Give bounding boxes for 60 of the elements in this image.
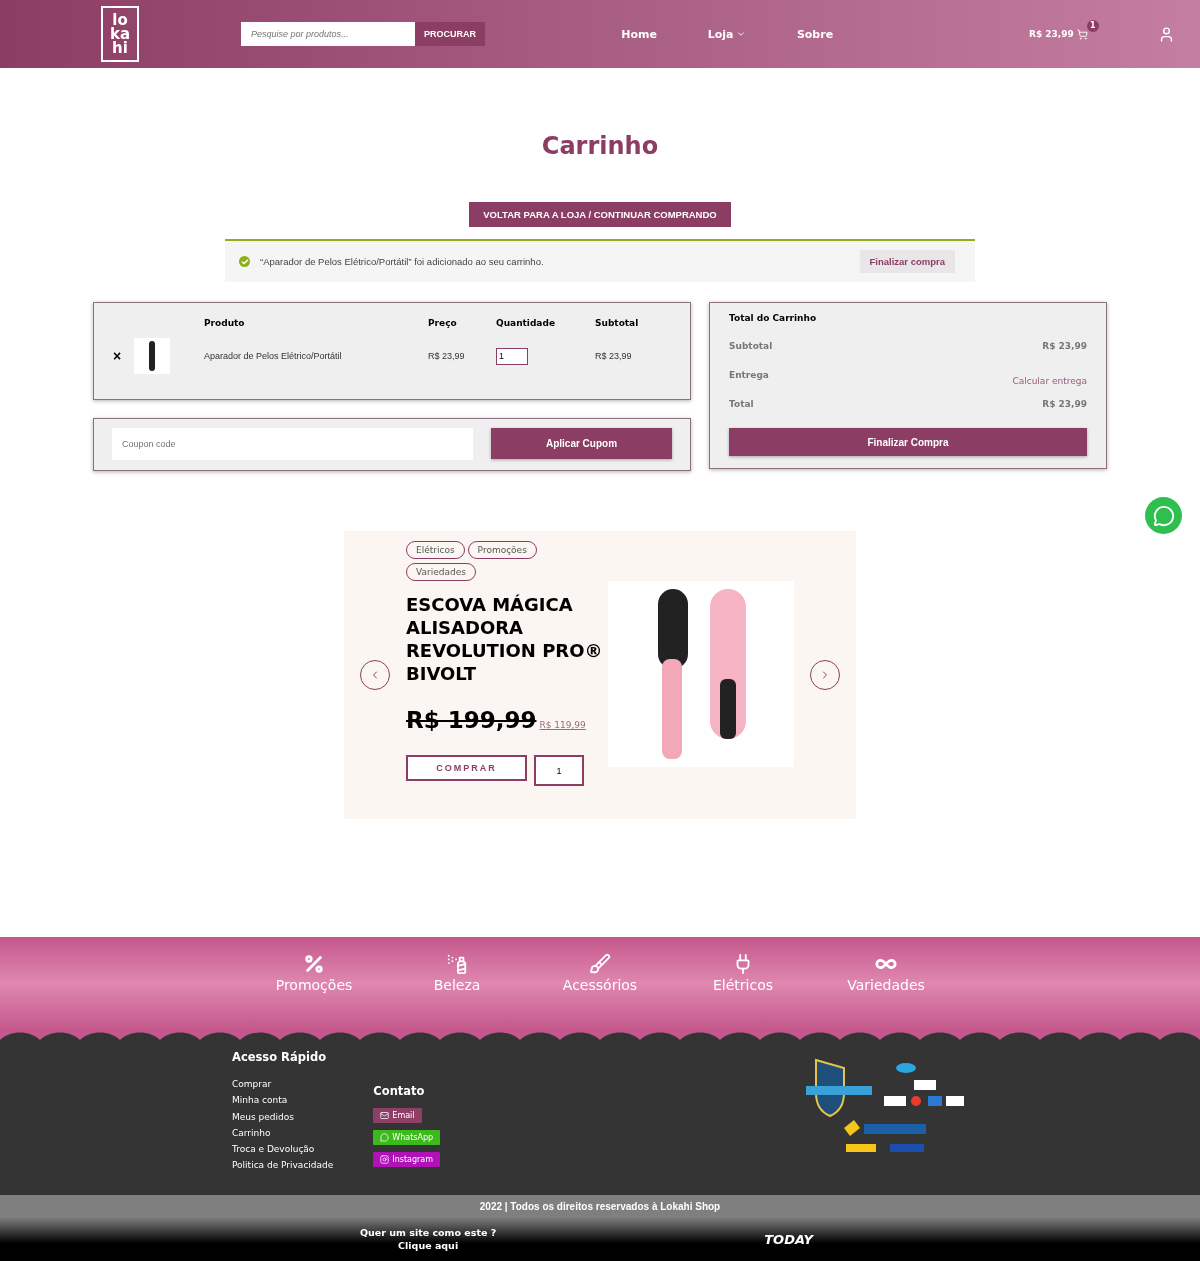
contact-button[interactable]: Instagram bbox=[373, 1152, 441, 1167]
mail-icon bbox=[380, 1111, 390, 1120]
chat-icon bbox=[380, 1133, 390, 1142]
percent-icon bbox=[303, 953, 325, 975]
quantity-field[interactable]: 1 bbox=[496, 347, 528, 365]
buy-button[interactable]: COMPRAR bbox=[406, 755, 527, 781]
nav-link[interactable]: Loja bbox=[683, 27, 771, 41]
nav-link[interactable]: Sobre bbox=[771, 27, 859, 41]
totals-value: R$ 23,99 bbox=[1042, 399, 1087, 409]
product-title: ESCOVA MÁGICA ALISADORA REVOLUTION PRO® BIVOLT bbox=[406, 593, 604, 685]
totals-value: R$ 23,99 bbox=[1042, 341, 1087, 351]
footer-link[interactable]: Troca e Devolução bbox=[232, 1141, 334, 1158]
copyright-text: 2022 | Todos os direitos reservados à Lokahi Shop bbox=[0, 1195, 1200, 1217]
check-icon bbox=[239, 256, 250, 267]
old-price: R$ 199,99 bbox=[406, 707, 537, 733]
checkout-button[interactable]: Finalizar compra bbox=[859, 250, 955, 273]
totals-title: Total do Carrinho bbox=[729, 313, 818, 323]
totals-label: Total bbox=[729, 399, 754, 409]
footer-link[interactable]: Minha conta bbox=[232, 1092, 334, 1109]
coupon-field[interactable]: Coupon code bbox=[112, 428, 473, 460]
checkout-button[interactable]: Finalizar Compra bbox=[729, 428, 1087, 456]
totals-label: Subtotal bbox=[729, 341, 773, 351]
column-header: Subtotal bbox=[595, 317, 640, 330]
instagram-icon bbox=[380, 1155, 390, 1164]
brush-icon bbox=[589, 953, 611, 975]
logo[interactable]: lo ka hi bbox=[101, 6, 139, 62]
remove-button[interactable]: × bbox=[112, 348, 122, 364]
totals-label: Entrega bbox=[729, 370, 769, 380]
nav-link[interactable]: Home bbox=[595, 27, 683, 41]
footer-heading: Contato bbox=[373, 1084, 426, 1098]
column-header: Produto bbox=[204, 317, 246, 330]
footer-link[interactable]: Meus pedidos bbox=[232, 1108, 334, 1125]
footer-link[interactable]: Carrinho bbox=[232, 1124, 334, 1142]
site-cta-link[interactable]: Quer um site como este ? Clique aqui bbox=[360, 1226, 497, 1252]
back-to-shop-button[interactable]: VOLTAR PARA A LOJA / CONTINUAR COMPRANDO bbox=[469, 202, 731, 227]
cart-icon[interactable] bbox=[1076, 28, 1088, 40]
footer-heading: Acesso Rápido bbox=[232, 1050, 328, 1064]
apply-coupon-button[interactable]: Aplicar Cupom bbox=[491, 428, 672, 459]
spray-bottle-icon bbox=[446, 953, 468, 975]
footer-link[interactable]: Politica de Privacidade bbox=[232, 1157, 334, 1174]
caret-icon bbox=[736, 29, 747, 39]
column-header: Preço bbox=[428, 317, 458, 330]
shipping-link[interactable]: Calcular entrega bbox=[1012, 376, 1087, 386]
product-name[interactable]: Aparador de Pelos Elétrico/Portátil bbox=[204, 333, 428, 379]
price-cell-text: R$ 23,99 bbox=[428, 350, 466, 363]
column-header: Quantidade bbox=[496, 317, 556, 330]
subtotal-cell-text: R$ 23,99 bbox=[595, 350, 633, 363]
credit-logo[interactable]: TODAY bbox=[764, 1231, 813, 1247]
cart-count: 1 bbox=[1086, 19, 1099, 32]
quantity-field[interactable]: 1 bbox=[534, 755, 584, 786]
footer-link[interactable]: Comprar bbox=[232, 1076, 334, 1093]
chat-button[interactable] bbox=[1145, 497, 1182, 534]
page-title: Carrinho bbox=[541, 132, 659, 160]
product-thumbnail bbox=[134, 338, 170, 374]
search-button[interactable]: PROCURAR bbox=[415, 22, 485, 46]
chat-icon bbox=[1152, 504, 1175, 527]
sale-price: R$ 119,99 bbox=[539, 720, 586, 730]
search-field[interactable]: Pesquise por produtos... bbox=[241, 22, 415, 46]
contact-button[interactable]: Email bbox=[373, 1108, 422, 1123]
notice-message: “Aparador de Pelos Elétrico/Portátil” foi adicionado ao seu carrinho. bbox=[260, 256, 544, 267]
